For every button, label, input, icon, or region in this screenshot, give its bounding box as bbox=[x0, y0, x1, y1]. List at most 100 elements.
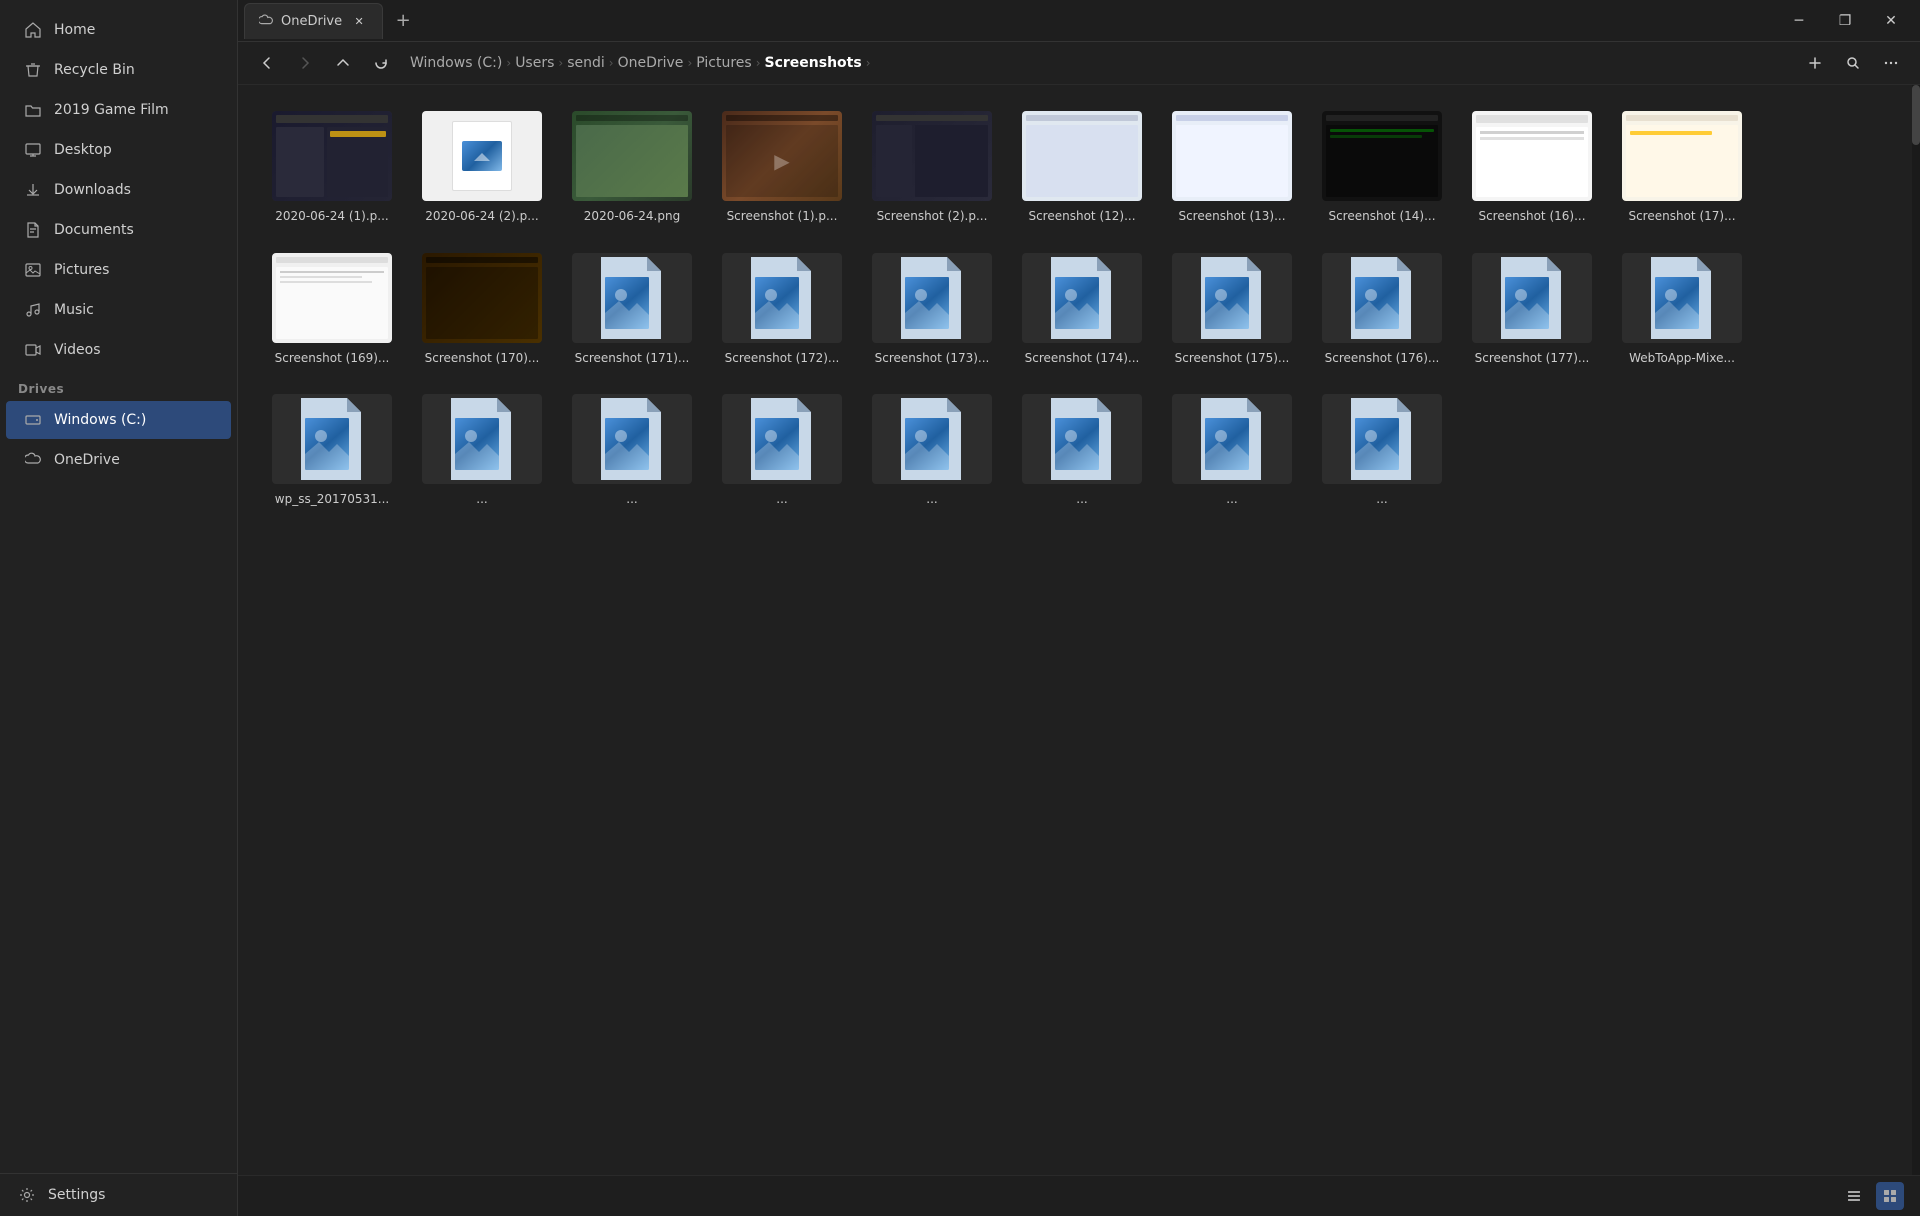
sidebar-item-label: 2019 Game Film bbox=[54, 102, 169, 118]
desktop-icon bbox=[24, 141, 42, 159]
sidebar-item-label: Recycle Bin bbox=[54, 62, 135, 78]
file-name-label: 2020-06-24 (1).p... bbox=[275, 209, 388, 225]
breadcrumb-sep-1: › bbox=[558, 56, 563, 70]
breadcrumb-pictures[interactable]: Pictures bbox=[696, 55, 751, 71]
breadcrumb-onedrive[interactable]: OneDrive bbox=[618, 55, 684, 71]
sidebar-item-label: Pictures bbox=[54, 262, 109, 278]
file-item[interactable]: ... bbox=[1312, 384, 1452, 516]
file-thumbnail bbox=[872, 253, 992, 343]
more-options-button[interactable] bbox=[1874, 46, 1908, 80]
file-item[interactable]: ... bbox=[1012, 384, 1152, 516]
search-button[interactable] bbox=[1836, 46, 1870, 80]
file-item[interactable]: Screenshot (170)... bbox=[412, 243, 552, 375]
file-thumbnail bbox=[1022, 394, 1142, 484]
file-item[interactable]: Screenshot (2).p... bbox=[862, 101, 1002, 233]
document-icon bbox=[24, 221, 42, 239]
file-thumbnail bbox=[272, 394, 392, 484]
file-item[interactable]: Screenshot (17)... bbox=[1612, 101, 1752, 233]
file-item[interactable]: Screenshot (16)... bbox=[1462, 101, 1602, 233]
new-button[interactable] bbox=[1798, 46, 1832, 80]
window-controls: ─ ❐ ✕ bbox=[1776, 0, 1914, 42]
up-button[interactable] bbox=[326, 46, 360, 80]
file-thumbnail bbox=[722, 253, 842, 343]
file-grid: 2020-06-24 (1).p... 2020-06-24 (2).p... … bbox=[262, 101, 1888, 516]
scrollbar[interactable] bbox=[1912, 85, 1920, 1175]
sidebar-item-documents[interactable]: Documents bbox=[6, 211, 231, 249]
settings-item[interactable]: Settings bbox=[0, 1173, 237, 1216]
file-item[interactable]: 2020-06-24 (1).p... bbox=[262, 101, 402, 233]
file-item[interactable]: Screenshot (14)... bbox=[1312, 101, 1452, 233]
file-item[interactable]: Screenshot (169)... bbox=[262, 243, 402, 375]
tab-close-button[interactable]: ✕ bbox=[350, 12, 368, 30]
file-item[interactable]: 2020-06-24 (2).p... bbox=[412, 101, 552, 233]
file-thumbnail bbox=[572, 253, 692, 343]
file-name-label: wp_ss_20170531... bbox=[275, 492, 389, 508]
file-item[interactable]: Screenshot (172)... bbox=[712, 243, 852, 375]
sidebar-item-downloads[interactable]: Downloads bbox=[6, 171, 231, 209]
file-thumbnail bbox=[422, 111, 542, 201]
sidebar-item-label: Music bbox=[54, 302, 94, 318]
maximize-button[interactable]: ❐ bbox=[1822, 0, 1868, 42]
file-item[interactable]: 2020-06-24.png bbox=[562, 101, 702, 233]
file-item[interactable]: Screenshot (171)... bbox=[562, 243, 702, 375]
sidebar-item-music[interactable]: Music bbox=[6, 291, 231, 329]
minimize-button[interactable]: ─ bbox=[1776, 0, 1822, 42]
file-item[interactable]: ... bbox=[862, 384, 1002, 516]
file-item[interactable]: ... bbox=[562, 384, 702, 516]
file-item[interactable]: ... bbox=[412, 384, 552, 516]
file-item[interactable]: ... bbox=[712, 384, 852, 516]
back-button[interactable] bbox=[250, 46, 284, 80]
file-item[interactable]: Screenshot (173)... bbox=[862, 243, 1002, 375]
breadcrumb-sep-0: › bbox=[506, 56, 511, 70]
folder-icon bbox=[24, 101, 42, 119]
file-item[interactable]: ... bbox=[1162, 384, 1302, 516]
sidebar-item-windows-c[interactable]: Windows (C:) bbox=[6, 401, 231, 439]
sidebar-item-videos[interactable]: Videos bbox=[6, 331, 231, 369]
sidebar-item-home[interactable]: Home bbox=[6, 11, 231, 49]
sidebar-item-label: OneDrive bbox=[54, 452, 120, 468]
file-item[interactable]: Screenshot (12)... bbox=[1012, 101, 1152, 233]
file-item[interactable]: ▶ Screenshot (1).p... bbox=[712, 101, 852, 233]
breadcrumb-windows-c[interactable]: Windows (C:) bbox=[410, 55, 502, 71]
forward-button[interactable] bbox=[288, 46, 322, 80]
breadcrumb-sendi[interactable]: sendi bbox=[567, 55, 605, 71]
file-item[interactable]: Screenshot (175)... bbox=[1162, 243, 1302, 375]
file-name-label: ... bbox=[926, 492, 937, 508]
file-thumbnail bbox=[1172, 253, 1292, 343]
file-item[interactable]: Screenshot (177)... bbox=[1462, 243, 1602, 375]
breadcrumb-users[interactable]: Users bbox=[515, 55, 554, 71]
tab-onedrive[interactable]: OneDrive ✕ bbox=[244, 3, 383, 39]
file-name-label: Screenshot (1).p... bbox=[727, 209, 838, 225]
file-name-label: ... bbox=[1076, 492, 1087, 508]
sidebar-item-pictures[interactable]: Pictures bbox=[6, 251, 231, 289]
scrollbar-thumb[interactable] bbox=[1912, 85, 1920, 145]
grid-view-button[interactable] bbox=[1876, 1182, 1904, 1210]
breadcrumb-screenshots: Screenshots bbox=[765, 55, 862, 71]
breadcrumb-sep-4: › bbox=[756, 56, 761, 70]
file-item[interactable]: wp_ss_20170531... bbox=[262, 384, 402, 516]
add-tab-button[interactable]: + bbox=[387, 5, 419, 37]
file-thumbnail bbox=[1322, 394, 1442, 484]
close-button[interactable]: ✕ bbox=[1868, 0, 1914, 42]
status-bar bbox=[238, 1175, 1920, 1216]
file-name-label: Screenshot (13)... bbox=[1178, 209, 1285, 225]
sidebar-item-game-film[interactable]: 2019 Game Film bbox=[6, 91, 231, 129]
file-thumbnail bbox=[1472, 253, 1592, 343]
file-thumbnail: ▶ bbox=[722, 111, 842, 201]
list-view-button[interactable] bbox=[1840, 1182, 1868, 1210]
file-name-label: Screenshot (17)... bbox=[1628, 209, 1735, 225]
file-item[interactable]: WebToApp-Mixe... bbox=[1612, 243, 1752, 375]
file-thumbnail bbox=[272, 111, 392, 201]
sidebar-item-onedrive[interactable]: OneDrive bbox=[6, 441, 231, 479]
sidebar-item-recycle-bin[interactable]: Recycle Bin bbox=[6, 51, 231, 89]
tab-label: OneDrive bbox=[281, 14, 342, 29]
file-name-label: ... bbox=[626, 492, 637, 508]
file-thumbnail bbox=[1022, 253, 1142, 343]
file-item[interactable]: Screenshot (13)... bbox=[1162, 101, 1302, 233]
settings-label: Settings bbox=[48, 1187, 105, 1203]
refresh-button[interactable] bbox=[364, 46, 398, 80]
file-item[interactable]: Screenshot (174)... bbox=[1012, 243, 1152, 375]
sidebar-item-desktop[interactable]: Desktop bbox=[6, 131, 231, 169]
file-item[interactable]: Screenshot (176)... bbox=[1312, 243, 1452, 375]
file-name-label: 2020-06-24.png bbox=[584, 209, 680, 225]
